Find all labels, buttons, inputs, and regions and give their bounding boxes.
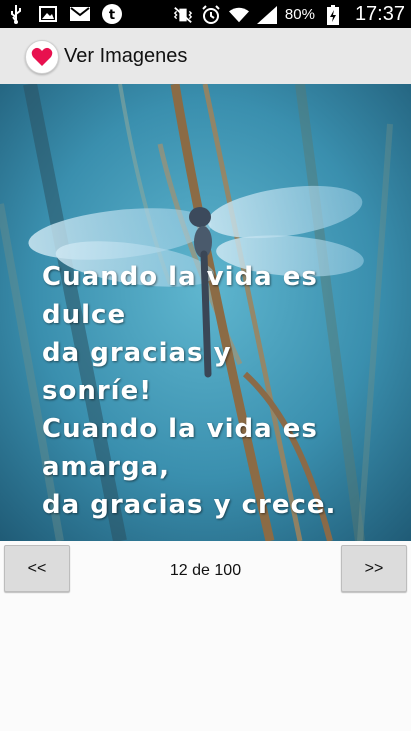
image-icon: [38, 4, 58, 24]
quote-line: da gracias y crece.: [42, 490, 337, 520]
alarm-icon: [201, 4, 221, 25]
tumblr-icon: t: [102, 4, 122, 24]
gmail-icon: [70, 4, 90, 24]
clock: 17:37: [354, 3, 405, 25]
quote-line: Cuando la vida es: [42, 414, 318, 444]
quote-line: da gracias y: [42, 338, 232, 368]
image-navigation: << 12 de 100 >>: [0, 541, 411, 601]
previous-button[interactable]: <<: [4, 545, 70, 592]
svg-text:t: t: [109, 8, 115, 23]
page-title: Ver Imagenes: [64, 45, 188, 67]
action-bar: Ver Imagenes: [0, 28, 411, 85]
usb-icon: [6, 4, 26, 24]
quote-line: dulce: [42, 300, 127, 330]
status-bar: t 80% 17:37: [0, 0, 411, 28]
vibrate-mute-icon: [173, 5, 193, 25]
quote-text: Cuando la vida es dulce da gracias y son…: [42, 258, 402, 524]
signal-icon: [256, 5, 277, 25]
heart-icon[interactable]: [25, 40, 59, 74]
quote-line: sonríe!: [42, 376, 153, 406]
quote-line: amarga,: [42, 452, 171, 482]
system-icons: 80% 17:37: [173, 3, 405, 26]
next-button[interactable]: >>: [341, 545, 407, 592]
image-counter: 12 de 100: [169, 562, 242, 579]
wifi-icon: [228, 5, 249, 25]
battery-percent: 80%: [284, 6, 315, 23]
notification-icons: t: [6, 4, 122, 24]
quote-image[interactable]: Cuando la vida es dulce da gracias y son…: [0, 84, 411, 541]
quote-line: Cuando la vida es: [42, 262, 318, 292]
battery-icon: [323, 4, 343, 25]
